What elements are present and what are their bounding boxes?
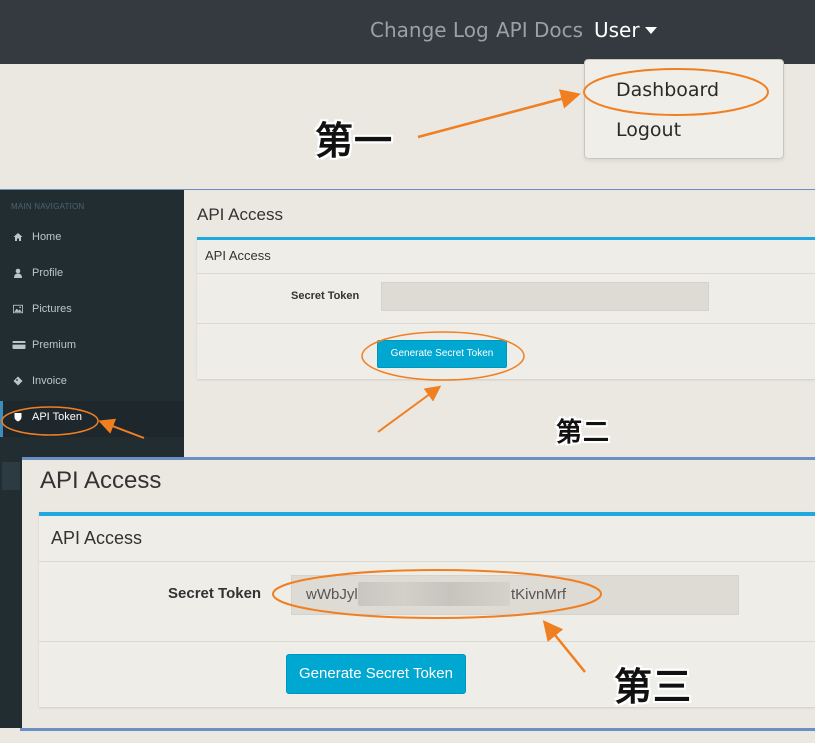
sidebar-header: MAIN NAVIGATION (11, 202, 85, 211)
picture-icon (13, 304, 23, 314)
sidebar-item-label: Invoice (32, 375, 67, 387)
sidebar: MAIN NAVIGATION Home Profile Pictures Pr… (0, 190, 187, 457)
divider (197, 273, 815, 274)
nav-link-change-log[interactable]: Change Log (370, 18, 489, 42)
page-title: API Access (197, 205, 283, 224)
generate-secret-token-button[interactable]: Generate Secret Token (286, 654, 466, 694)
divider (39, 561, 815, 562)
page-title: API Access (40, 467, 162, 494)
tag-icon (13, 376, 23, 386)
sidebar-item-premium[interactable]: Premium (0, 329, 184, 365)
menu-item-logout[interactable]: Logout (616, 119, 681, 141)
secret-token-label: Secret Token (291, 290, 360, 302)
step-label-2: 第二 (556, 418, 611, 448)
menu-item-dashboard[interactable]: Dashboard (616, 79, 719, 101)
box-title: API Access (51, 528, 143, 548)
step-label-1: 第一 (315, 119, 394, 163)
sidebar-item-label: Premium (32, 339, 77, 351)
divider (197, 323, 815, 324)
sidebar-item-label: Profile (32, 267, 64, 279)
box-title: API Access (205, 248, 271, 263)
step-label-3: 第三 (614, 665, 693, 709)
shield-icon (14, 413, 22, 422)
sidebar-item-api-token[interactable]: API Token (0, 401, 187, 437)
arrow-to-dashboard (417, 89, 581, 139)
secret-token-label: Secret Token (168, 585, 262, 602)
home-icon (13, 233, 23, 241)
divider (39, 641, 815, 642)
sidebar-item-label: Home (32, 231, 62, 243)
sidebar-edge-item (2, 462, 20, 490)
secret-token-field[interactable] (381, 282, 709, 311)
nav-link-api-docs[interactable]: API Docs (496, 18, 583, 42)
sidebar-item-label: API Token (32, 411, 82, 423)
sidebar-item-invoice[interactable]: Invoice (0, 365, 184, 401)
nav-user-menu[interactable]: User (594, 18, 640, 42)
sidebar-item-home[interactable]: Home (0, 221, 184, 257)
credit-card-icon (12, 341, 26, 349)
user-icon (14, 268, 22, 278)
token-value-end: tKivnMrf (511, 586, 567, 603)
top-navbar: Change Log API Docs User (0, 0, 815, 64)
generate-secret-token-button[interactable]: Generate Secret Token (377, 340, 507, 368)
caret-down-icon[interactable] (645, 27, 657, 34)
sidebar-item-pictures[interactable]: Pictures (0, 293, 184, 329)
sidebar-edge (0, 457, 22, 728)
token-value-start: wWbJyl (306, 586, 358, 603)
user-dropdown-menu: Dashboard Logout (584, 59, 784, 159)
sidebar-item-label: Pictures (32, 303, 72, 315)
redacted-token-segment (358, 582, 510, 606)
sidebar-item-profile[interactable]: Profile (0, 257, 184, 293)
